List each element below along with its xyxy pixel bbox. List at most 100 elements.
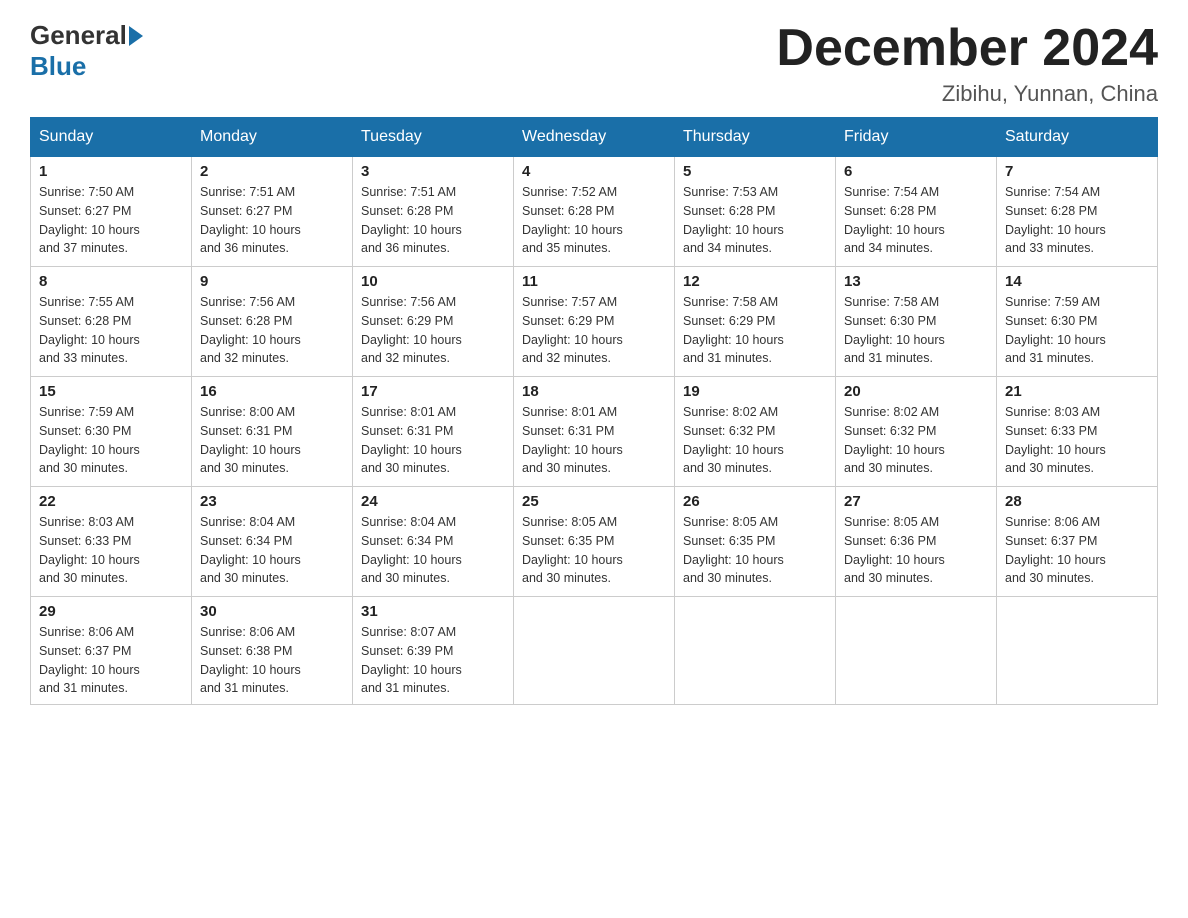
week-row-1: 1Sunrise: 7:50 AMSunset: 6:27 PMDaylight… <box>31 157 1158 267</box>
day-number: 16 <box>200 383 344 400</box>
day-info: Sunrise: 8:05 AMSunset: 6:35 PMDaylight:… <box>683 513 827 588</box>
header-cell-wednesday: Wednesday <box>514 118 675 157</box>
day-cell <box>997 597 1158 705</box>
day-number: 1 <box>39 163 183 180</box>
page-header: General Blue December 2024 Zibihu, Yunna… <box>30 20 1158 107</box>
day-cell: 22 Sunrise: 8:03 AMSunset: 6:33 PMDayligh… <box>31 487 192 597</box>
day-info: Sunrise: 7:56 AMSunset: 6:29 PMDaylight:… <box>361 293 505 368</box>
day-number: 15 <box>39 383 183 400</box>
day-info: Sunrise: 8:06 AMSunset: 6:37 PMDaylight:… <box>1005 513 1149 588</box>
calendar-table: SundayMondayTuesdayWednesdayThursdayFrid… <box>30 117 1158 705</box>
day-cell: 11 Sunrise: 7:57 AMSunset: 6:29 PMDayligh… <box>514 267 675 377</box>
day-number: 22 <box>39 493 183 510</box>
day-info: Sunrise: 7:59 AMSunset: 6:30 PMDaylight:… <box>1005 293 1149 368</box>
day-cell: 5Sunrise: 7:53 AMSunset: 6:28 PMDaylight… <box>675 157 836 267</box>
day-number: 11 <box>522 273 666 290</box>
day-cell: 15 Sunrise: 7:59 AMSunset: 6:30 PMDayligh… <box>31 377 192 487</box>
day-info: Sunrise: 8:03 AMSunset: 6:33 PMDaylight:… <box>39 513 183 588</box>
calendar-body: 1Sunrise: 7:50 AMSunset: 6:27 PMDaylight… <box>31 157 1158 705</box>
day-number: 14 <box>1005 273 1149 290</box>
day-cell <box>836 597 997 705</box>
day-info: Sunrise: 8:04 AMSunset: 6:34 PMDaylight:… <box>361 513 505 588</box>
day-number: 13 <box>844 273 988 290</box>
day-number: 3 <box>361 163 505 180</box>
week-row-4: 22 Sunrise: 8:03 AMSunset: 6:33 PMDayligh… <box>31 487 1158 597</box>
day-cell: 6Sunrise: 7:54 AMSunset: 6:28 PMDaylight… <box>836 157 997 267</box>
logo-blue-text: Blue <box>30 51 86 82</box>
day-number: 7 <box>1005 163 1149 180</box>
day-cell: 2Sunrise: 7:51 AMSunset: 6:27 PMDaylight… <box>192 157 353 267</box>
week-row-5: 29Sunrise: 8:06 AMSunset: 6:37 PMDayligh… <box>31 597 1158 705</box>
day-number: 20 <box>844 383 988 400</box>
day-number: 28 <box>1005 493 1149 510</box>
day-info: Sunrise: 7:55 AMSunset: 6:28 PMDaylight:… <box>39 293 183 368</box>
day-cell: 9Sunrise: 7:56 AMSunset: 6:28 PMDaylight… <box>192 267 353 377</box>
day-info: Sunrise: 7:54 AMSunset: 6:28 PMDaylight:… <box>844 183 988 258</box>
day-cell: 27 Sunrise: 8:05 AMSunset: 6:36 PMDayligh… <box>836 487 997 597</box>
day-info: Sunrise: 7:58 AMSunset: 6:30 PMDaylight:… <box>844 293 988 368</box>
day-info: Sunrise: 7:54 AMSunset: 6:28 PMDaylight:… <box>1005 183 1149 258</box>
day-cell: 7 Sunrise: 7:54 AMSunset: 6:28 PMDaylight… <box>997 157 1158 267</box>
day-info: Sunrise: 8:07 AMSunset: 6:39 PMDaylight:… <box>361 623 505 698</box>
day-info: Sunrise: 8:04 AMSunset: 6:34 PMDaylight:… <box>200 513 344 588</box>
day-cell: 12Sunrise: 7:58 AMSunset: 6:29 PMDayligh… <box>675 267 836 377</box>
day-cell: 8Sunrise: 7:55 AMSunset: 6:28 PMDaylight… <box>31 267 192 377</box>
header-cell-tuesday: Tuesday <box>353 118 514 157</box>
day-cell: 29Sunrise: 8:06 AMSunset: 6:37 PMDayligh… <box>31 597 192 705</box>
day-number: 12 <box>683 273 827 290</box>
month-title: December 2024 <box>776 20 1158 77</box>
day-cell: 23 Sunrise: 8:04 AMSunset: 6:34 PMDayligh… <box>192 487 353 597</box>
day-cell: 3 Sunrise: 7:51 AMSunset: 6:28 PMDaylight… <box>353 157 514 267</box>
day-number: 5 <box>683 163 827 180</box>
day-cell: 26Sunrise: 8:05 AMSunset: 6:35 PMDayligh… <box>675 487 836 597</box>
day-cell: 13 Sunrise: 7:58 AMSunset: 6:30 PMDayligh… <box>836 267 997 377</box>
day-info: Sunrise: 8:05 AMSunset: 6:35 PMDaylight:… <box>522 513 666 588</box>
header-cell-friday: Friday <box>836 118 997 157</box>
header-cell-thursday: Thursday <box>675 118 836 157</box>
day-cell: 25 Sunrise: 8:05 AMSunset: 6:35 PMDayligh… <box>514 487 675 597</box>
day-number: 21 <box>1005 383 1149 400</box>
day-info: Sunrise: 8:02 AMSunset: 6:32 PMDaylight:… <box>844 403 988 478</box>
day-number: 29 <box>39 603 183 620</box>
day-cell: 14 Sunrise: 7:59 AMSunset: 6:30 PMDayligh… <box>997 267 1158 377</box>
day-number: 2 <box>200 163 344 180</box>
day-cell: 4Sunrise: 7:52 AMSunset: 6:28 PMDaylight… <box>514 157 675 267</box>
day-info: Sunrise: 7:52 AMSunset: 6:28 PMDaylight:… <box>522 183 666 258</box>
day-number: 19 <box>683 383 827 400</box>
day-cell <box>675 597 836 705</box>
day-number: 31 <box>361 603 505 620</box>
day-cell: 24Sunrise: 8:04 AMSunset: 6:34 PMDayligh… <box>353 487 514 597</box>
day-info: Sunrise: 8:00 AMSunset: 6:31 PMDaylight:… <box>200 403 344 478</box>
day-info: Sunrise: 8:05 AMSunset: 6:36 PMDaylight:… <box>844 513 988 588</box>
day-info: Sunrise: 8:02 AMSunset: 6:32 PMDaylight:… <box>683 403 827 478</box>
day-number: 25 <box>522 493 666 510</box>
header-cell-monday: Monday <box>192 118 353 157</box>
day-number: 9 <box>200 273 344 290</box>
logo: General Blue <box>30 20 145 82</box>
day-number: 10 <box>361 273 505 290</box>
header-cell-sunday: Sunday <box>31 118 192 157</box>
day-cell: 10 Sunrise: 7:56 AMSunset: 6:29 PMDayligh… <box>353 267 514 377</box>
day-number: 23 <box>200 493 344 510</box>
day-number: 17 <box>361 383 505 400</box>
day-number: 27 <box>844 493 988 510</box>
day-cell: 19 Sunrise: 8:02 AMSunset: 6:32 PMDayligh… <box>675 377 836 487</box>
day-cell <box>514 597 675 705</box>
logo-arrow-icon <box>129 26 143 46</box>
day-cell: 1Sunrise: 7:50 AMSunset: 6:27 PMDaylight… <box>31 157 192 267</box>
day-cell: 28 Sunrise: 8:06 AMSunset: 6:37 PMDayligh… <box>997 487 1158 597</box>
day-cell: 21Sunrise: 8:03 AMSunset: 6:33 PMDayligh… <box>997 377 1158 487</box>
day-cell: 18 Sunrise: 8:01 AMSunset: 6:31 PMDayligh… <box>514 377 675 487</box>
day-info: Sunrise: 7:51 AMSunset: 6:28 PMDaylight:… <box>361 183 505 258</box>
day-cell: 17Sunrise: 8:01 AMSunset: 6:31 PMDayligh… <box>353 377 514 487</box>
week-row-3: 15 Sunrise: 7:59 AMSunset: 6:30 PMDayligh… <box>31 377 1158 487</box>
day-number: 18 <box>522 383 666 400</box>
day-info: Sunrise: 7:59 AMSunset: 6:30 PMDaylight:… <box>39 403 183 478</box>
header-cell-saturday: Saturday <box>997 118 1158 157</box>
day-cell: 30Sunrise: 8:06 AMSunset: 6:38 PMDayligh… <box>192 597 353 705</box>
day-info: Sunrise: 8:01 AMSunset: 6:31 PMDaylight:… <box>522 403 666 478</box>
day-info: Sunrise: 7:57 AMSunset: 6:29 PMDaylight:… <box>522 293 666 368</box>
day-cell: 20 Sunrise: 8:02 AMSunset: 6:32 PMDayligh… <box>836 377 997 487</box>
day-number: 30 <box>200 603 344 620</box>
week-row-2: 8Sunrise: 7:55 AMSunset: 6:28 PMDaylight… <box>31 267 1158 377</box>
